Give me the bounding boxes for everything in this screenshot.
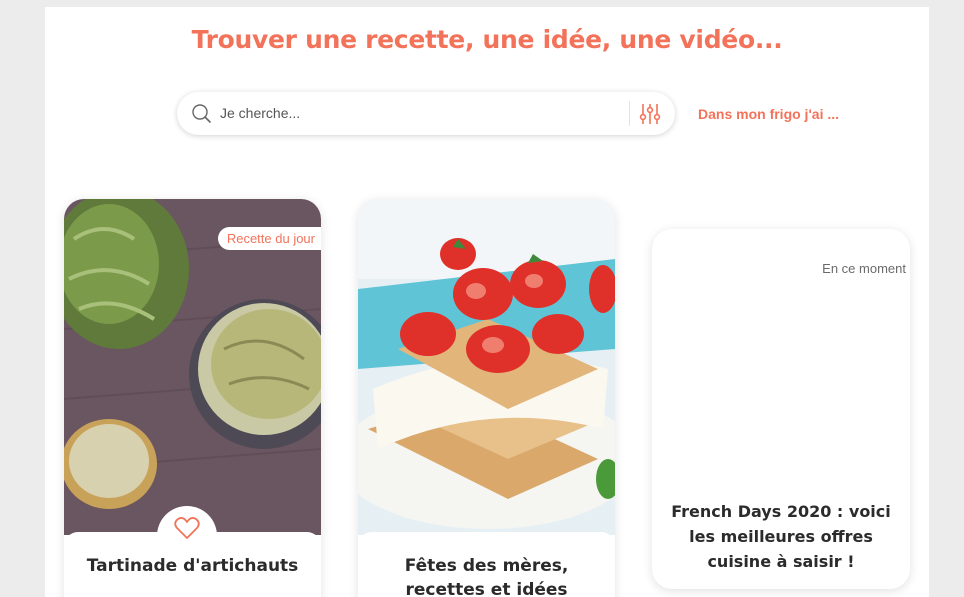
search-bar[interactable] [177,92,675,135]
article-title[interactable]: French Days 2020 : voici les meilleures … [666,499,896,574]
page-container: Trouver une recette, une idée, une vidéo… [45,7,929,597]
frigo-link[interactable]: Dans mon frigo j'ai ... [698,106,839,122]
search-divider [629,101,630,126]
recipe-of-the-day-badge: Recette du jour [217,227,321,250]
filter-sliders-icon[interactable] [639,102,661,126]
recipe-title[interactable]: Tartinade d'artichauts [84,554,301,578]
strawberry-tiramisu-photo [358,199,615,535]
search-input[interactable] [220,101,620,125]
heart-icon [174,517,200,539]
search-icon [192,104,211,123]
recipe-card-daily[interactable]: Recette du jour Tartinade d'artichauts [64,199,321,597]
current-badge: En ce moment [822,261,906,276]
card-caption: Fêtes des mères, recettes et idées [358,532,615,597]
page-headline: Trouver une recette, une idée, une vidéo… [191,25,783,54]
recipe-card-mothers-day[interactable]: Fêtes des mères, recettes et idées [358,199,615,597]
article-card-current[interactable]: En ce moment French Days 2020 : voici le… [652,229,910,589]
recipe-title[interactable]: Fêtes des mères, recettes et idées [378,554,595,597]
